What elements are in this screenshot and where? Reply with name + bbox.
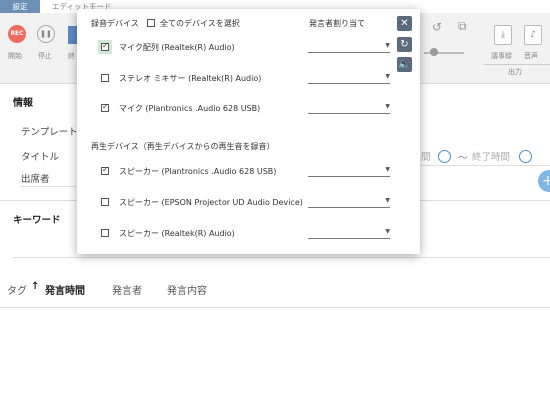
record-button[interactable]: REC [8,25,26,43]
record-device-label: ステレオ ミキサー (Realtek(R) Audio) [119,74,262,83]
speaker-assign-dropdown[interactable]: ▼ [308,164,390,177]
table-header-divider [0,307,550,308]
minutes-export-button[interactable]: ⤓ [494,25,512,45]
column-speaker[interactable]: 発言者 [112,282,142,297]
download-icon: ⤓ [501,30,505,40]
chevron-down-icon: ▼ [385,166,390,173]
copy-icon[interactable]: ⧉ [458,19,467,34]
time-range-tilde: 〜 [458,153,468,164]
start-label: 開始 [8,52,22,60]
pause-button[interactable]: ❚❚ [37,25,55,43]
sort-arrow-icon[interactable]: ↑ [31,281,39,292]
record-device-label: マイク配列 (Realtek(R) Audio) [119,43,235,52]
speaker-assign-dropdown[interactable]: ▼ [308,226,390,239]
title-label: タイトル [21,152,60,163]
speaker-icon: 🔈 [398,59,411,70]
speaker-assign-header: 発言者割り当て [309,19,365,28]
select-all-label: 全てのデバイスを選択 [160,19,240,28]
record-device-checkbox[interactable] [101,74,109,82]
volume-slider-knob[interactable] [430,48,438,56]
audio-export-button[interactable]: ♪ [524,25,542,45]
partial-label: 終 [68,52,75,60]
output-divider [484,64,550,65]
refresh-button[interactable]: ↻ [397,37,412,52]
attendees-underline [21,186,77,187]
chevron-down-icon: ▼ [385,42,390,49]
end-clock-icon[interactable] [519,150,532,163]
playback-device-label: スピーカー (EPSON Projector UD Audio Device) [119,198,303,207]
chevron-down-icon: ▼ [385,103,390,110]
column-content[interactable]: 発言内容 [167,282,207,297]
template-label: テンプレート [21,127,78,138]
column-speech-time[interactable]: 発言時間 [45,282,85,297]
undo-icon[interactable]: ↺ [432,20,442,34]
close-icon: ✕ [400,18,409,29]
music-note-icon: ♪ [530,30,536,40]
record-devices-header: 録音デバイス [91,19,139,28]
select-all-checkbox[interactable] [147,19,155,27]
keyword-header: キーワード [13,215,61,226]
chevron-down-icon: ▼ [385,228,390,235]
tab-settings[interactable]: 設定 [0,0,40,13]
record-device-label: マイク (Plantronics .Audio 628 USB) [119,104,261,113]
close-button[interactable]: ✕ [397,16,412,31]
playback-device-checkbox[interactable] [101,165,109,175]
speaker-assign-dropdown[interactable]: ▼ [308,195,390,208]
output-group-label: 出力 [508,68,522,76]
playback-device-checkbox[interactable] [101,229,109,237]
start-time-field[interactable]: 間 [421,149,431,163]
speaker-assign-dropdown[interactable]: ▼ [308,71,390,84]
chevron-down-icon: ▼ [385,73,390,80]
pause-icon: ❚❚ [40,30,52,38]
add-attendee-button[interactable]: + [538,170,550,192]
record-device-checkbox[interactable] [101,102,109,112]
playback-device-checkbox[interactable] [101,198,109,206]
playback-device-label: スピーカー (Plantronics .Audio 628 USB) [119,167,277,176]
start-clock-icon[interactable] [438,150,451,163]
audio-label: 音声 [524,52,538,60]
chevron-down-icon: ▼ [385,197,390,204]
speaker-assign-dropdown[interactable]: ▼ [308,40,390,53]
column-tag[interactable]: タグ [7,282,27,297]
end-time-field[interactable]: 終了時間 [472,149,510,163]
record-device-checkbox[interactable] [101,41,109,51]
plus-icon: + [542,173,550,189]
attendees-label: 出席者 [21,174,50,185]
sound-test-button[interactable]: 🔈 [397,57,412,72]
info-header: 情報 [13,98,33,109]
time-underline [421,165,550,166]
playback-devices-header: 再生デバイス（再生デバイスからの再生音を録音） [91,142,275,151]
stop-label: 停止 [38,52,52,60]
refresh-icon: ↻ [400,39,409,50]
minutes-label: 議事録 [491,52,512,60]
playback-device-label: スピーカー (Realtek(R) Audio) [119,229,235,238]
keyword-underline [13,257,550,258]
speaker-assign-dropdown[interactable]: ▼ [308,101,390,114]
